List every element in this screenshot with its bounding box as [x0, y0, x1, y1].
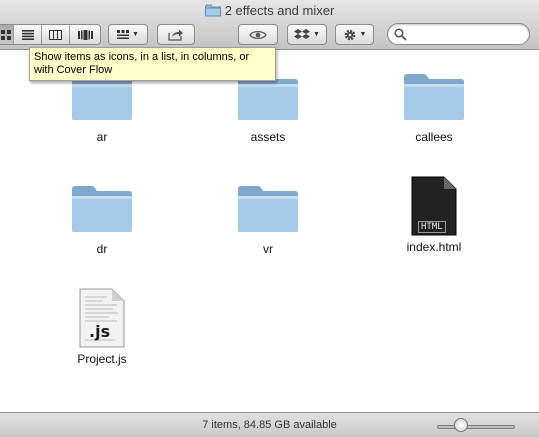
- file-name: callees: [415, 130, 453, 144]
- folder-icon: [238, 186, 298, 232]
- folder-icon: [204, 4, 221, 17]
- html-badge: HTML: [418, 221, 446, 233]
- chevron-down-icon: ▼: [132, 31, 139, 38]
- file-name: Project.js: [77, 352, 127, 366]
- column-view-button[interactable]: [42, 25, 70, 44]
- file-item-vr[interactable]: vr: [208, 183, 328, 256]
- quick-look-button-face: [239, 25, 277, 44]
- cover-flow-icon: [77, 29, 93, 40]
- action-menu-button[interactable]: ▼: [335, 24, 374, 45]
- dropbox-icon: [294, 29, 311, 39]
- arrange-menu-button[interactable]: ▼: [108, 24, 148, 45]
- dropbox-menu-button[interactable]: ▼: [287, 24, 327, 45]
- arrange-button-face: ▼: [109, 25, 147, 44]
- js-badge: .js: [89, 322, 111, 341]
- icon-grid-icon: [0, 29, 11, 40]
- columns-icon: [49, 29, 62, 40]
- file-item-ar[interactable]: ar: [42, 71, 162, 144]
- file-item-project-js[interactable]: .js Project.js: [42, 288, 162, 366]
- file-name: vr: [263, 242, 273, 256]
- search-icon: [394, 28, 407, 41]
- file-name: assets: [250, 130, 286, 144]
- dropbox-button-face: ▼: [288, 25, 326, 44]
- chevron-down-icon: ▼: [359, 31, 367, 38]
- arrange-grid-icon: [117, 29, 130, 39]
- folder-icon: [404, 74, 464, 120]
- icon-size-slider[interactable]: [437, 425, 515, 429]
- file-item-index-html[interactable]: HTML index.html: [374, 176, 494, 254]
- window-title-text: 2 effects and mixer: [224, 3, 335, 18]
- view-switcher-tooltip: Show items as icons, in a list, in colum…: [29, 47, 276, 81]
- eye-icon: [249, 30, 267, 39]
- folder-icon: [72, 186, 132, 232]
- share-button[interactable]: [157, 24, 195, 45]
- file-name: dr: [96, 242, 108, 256]
- file-item-dr[interactable]: dr: [42, 183, 162, 256]
- toolbar: 2 effects and mixer ▼ ▼ ▼: [0, 0, 539, 50]
- gear-icon: [344, 29, 355, 40]
- share-button-face: [158, 25, 194, 44]
- finder-window: 2 effects and mixer ▼ ▼ ▼ Show items as …: [0, 0, 539, 437]
- icon-view-button[interactable]: [0, 25, 14, 44]
- quick-look-button[interactable]: [238, 24, 278, 45]
- js-file-icon: .js: [79, 288, 125, 348]
- view-switcher: [0, 24, 101, 45]
- file-name: ar: [96, 130, 108, 144]
- cover-flow-button[interactable]: [70, 25, 100, 44]
- status-bar: 7 items, 84.85 GB available: [0, 412, 539, 437]
- list-view-button[interactable]: [14, 25, 42, 44]
- search-field[interactable]: [387, 23, 530, 45]
- html-file-icon: HTML: [411, 176, 457, 236]
- list-icon: [21, 29, 34, 40]
- share-arrow-icon: [168, 29, 183, 41]
- window-title: 2 effects and mixer: [0, 3, 539, 18]
- file-name: index.html: [406, 240, 462, 254]
- file-item-assets[interactable]: assets: [208, 71, 328, 144]
- action-button-face: ▼: [336, 25, 373, 44]
- file-item-callees[interactable]: callees: [374, 71, 494, 144]
- file-area: ar assets callees dr vr HTML index.html …: [0, 51, 539, 412]
- chevron-down-icon: ▼: [313, 31, 320, 38]
